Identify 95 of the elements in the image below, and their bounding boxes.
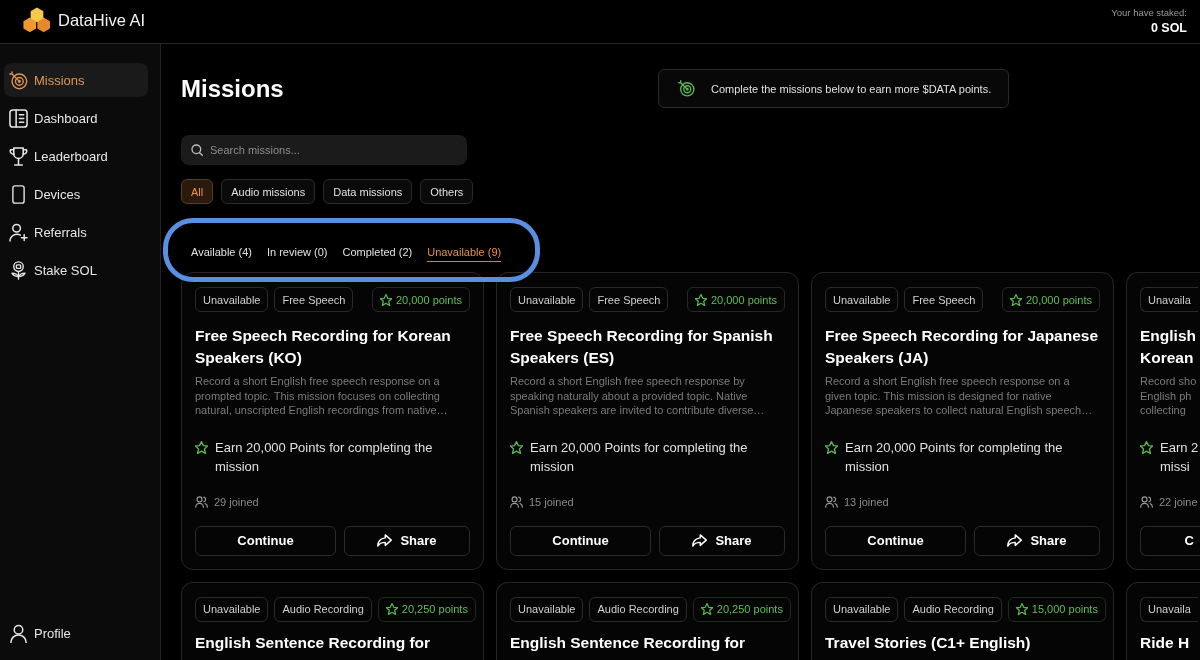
reward-text: Earn 20,000 Points for completing the mission	[845, 438, 1063, 476]
reward-text: Earn 20,000 Points for completing the mission	[530, 438, 748, 476]
status-tag: Unavailable	[510, 596, 584, 622]
filter-chip[interactable]: Others	[420, 179, 474, 204]
continue-button[interactable]: Continue	[510, 525, 651, 556]
mission-title: English Sentence Recording for	[195, 632, 432, 653]
points-text: 20,000 points	[395, 293, 462, 306]
share-button[interactable]: Share	[344, 525, 470, 556]
sidebar-item[interactable]: Devices	[4, 177, 148, 211]
sidebar-item[interactable]: Leaderboard	[4, 139, 148, 173]
phone-icon	[9, 184, 28, 204]
status-tag: Unavaila	[1140, 596, 1198, 622]
target-icon	[678, 80, 695, 97]
mission-description: Record a short English free speech response by speaking naturally about a provided topic. Native Spanish speakers are invited to contribute diverse…	[510, 374, 766, 418]
coin-plant-icon	[9, 260, 28, 280]
share-button[interactable]: Share	[974, 525, 1100, 556]
filter-chip[interactable]: Data missions	[323, 179, 413, 204]
users-icon	[510, 495, 523, 508]
joined-count: 13 joined	[844, 495, 889, 508]
share-icon	[1007, 534, 1023, 547]
page-title: Missions	[181, 74, 285, 103]
mission-title: Free Speech Recording for Japanese Speakers (JA)	[825, 326, 1100, 368]
star-icon	[510, 440, 523, 454]
star-icon	[694, 293, 707, 306]
points-text: 15,000 points	[1031, 603, 1098, 615]
continue-button[interactable]: C	[1140, 525, 1200, 556]
category-tag: Free Speech	[274, 287, 354, 312]
joined-count: 15 joined	[529, 495, 574, 508]
sidebar-item[interactable]: Dashboard	[4, 101, 148, 135]
points-text: 20,250 points	[401, 603, 468, 615]
points-text: 20,000 points	[1025, 293, 1092, 306]
mission-description: Record a short English free speech response on a given topic. This mission is designed for native Japanese speakers to collect natural English speech…	[825, 374, 1094, 418]
category-tag: Audio Recording	[589, 596, 687, 622]
mission-title: English Sentence Recording for	[510, 632, 747, 653]
star-icon	[1015, 603, 1028, 615]
mission-description: Record sho English ph collecting	[1140, 374, 1198, 418]
status-tag: Unavailable	[195, 596, 269, 622]
mission-title: English Korean	[1140, 326, 1197, 368]
search-icon	[191, 144, 203, 156]
share-button[interactable]: Share	[659, 525, 785, 556]
users-icon	[825, 495, 838, 508]
mission-title: Travel Stories (C1+ English)	[825, 632, 1032, 653]
category-tag: Free Speech	[904, 287, 984, 312]
status-tab[interactable]: Completed (2)	[342, 240, 413, 262]
status-tab[interactable]: In review (0)	[266, 240, 328, 262]
users-icon	[195, 495, 208, 508]
status-tab[interactable]: Unavailable (9)	[427, 240, 502, 262]
sidebar-item[interactable]: Stake SOL	[4, 253, 148, 287]
status-tag: Unavailable	[510, 287, 584, 312]
sidebar-item[interactable]: Referrals	[4, 215, 148, 249]
target-icon	[9, 70, 28, 90]
status-tag: Unavailable	[825, 596, 899, 622]
user-plus-icon	[9, 222, 28, 242]
status-tag: Unavailable	[825, 287, 899, 312]
profile-link[interactable]: Profile	[4, 616, 148, 650]
status-tag: Unavaila	[1140, 287, 1198, 312]
mission-title: Free Speech Recording for Korean Speakers (KO)	[195, 326, 452, 368]
reward-text: Earn 20,000 Points for completing the mission	[215, 438, 433, 476]
continue-button[interactable]: Continue	[195, 525, 336, 556]
points-text: 20,000 points	[710, 293, 777, 306]
joined-count: 22 joine	[1159, 495, 1198, 508]
continue-button[interactable]: Continue	[825, 525, 966, 556]
hexagon-logo-icon	[22, 7, 52, 34]
brand-name: DataHive AI	[58, 11, 146, 30]
star-icon	[700, 603, 713, 615]
star-icon	[379, 293, 392, 306]
status-tag: Unavailable	[195, 287, 269, 312]
stake-amount: 0 SOL	[1150, 20, 1187, 35]
share-icon	[377, 534, 393, 547]
category-tag: Audio Recording	[904, 596, 1002, 622]
users-icon	[1140, 495, 1153, 508]
stake-label: Your have staked:	[1111, 6, 1187, 18]
star-icon	[1009, 293, 1022, 306]
user-icon	[9, 623, 28, 643]
share-icon	[692, 534, 708, 547]
reward-text: Earn 2 missi	[1160, 438, 1199, 476]
filter-chip[interactable]: All	[181, 179, 214, 204]
panel-icon	[9, 108, 28, 128]
category-tag: Audio Recording	[274, 596, 372, 622]
trophy-icon	[9, 146, 28, 166]
star-icon	[1140, 440, 1153, 454]
mission-title: Ride H	[1140, 632, 1191, 653]
star-icon	[825, 440, 838, 454]
mission-title: Free Speech Recording for Spanish Speakers (ES)	[510, 326, 774, 368]
mission-description: Record a short English free speech response on a prompted topic. This mission focuses on collecting natural, unscripted English recordings from native…	[195, 374, 449, 418]
star-icon	[195, 440, 208, 454]
joined-count: 29 joined	[214, 495, 259, 508]
filter-chip[interactable]: Audio missions	[221, 179, 316, 204]
banner-text: Complete the missions below to earn more $DATA points.	[711, 82, 992, 95]
status-tab[interactable]: Available (4)	[191, 240, 252, 262]
sidebar-item[interactable]: Missions	[4, 63, 148, 97]
search-field[interactable]: Search missions...	[181, 135, 467, 165]
points-text: 20,250 points	[716, 603, 783, 615]
category-tag: Free Speech	[589, 287, 669, 312]
star-icon	[385, 603, 398, 615]
